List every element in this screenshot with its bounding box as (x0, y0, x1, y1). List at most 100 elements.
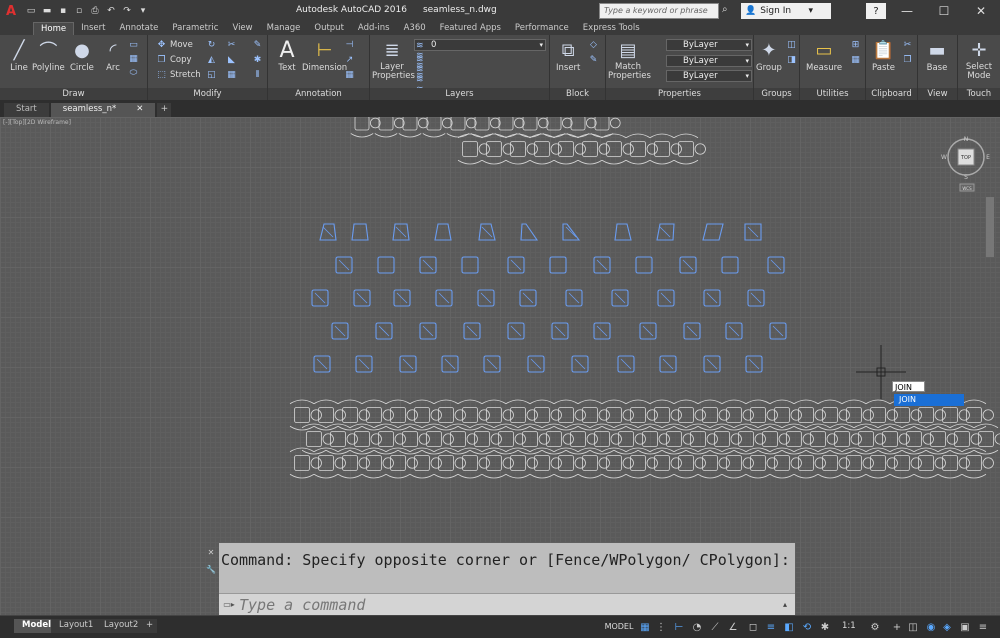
tile-diagonal[interactable] (574, 358, 586, 370)
tab-annotate[interactable]: Annotate (113, 22, 166, 35)
selected-tile[interactable] (520, 223, 539, 241)
lineweight-dropdown[interactable]: ByLayer ▾ (666, 70, 752, 82)
add-layout-button[interactable]: + (142, 619, 158, 633)
selected-tile[interactable] (549, 256, 567, 274)
chair-table-block[interactable] (481, 133, 514, 165)
view-panel-title[interactable]: View (918, 88, 957, 100)
hatch-icon[interactable]: ▦ (128, 53, 139, 64)
group-button[interactable]: ✦ Group (756, 37, 782, 74)
table-icon[interactable]: ▦ (344, 69, 355, 80)
tab-start[interactable]: Start (4, 103, 49, 117)
tile-diagonal[interactable] (466, 325, 478, 337)
paste-button[interactable]: 📋 Paste (872, 37, 895, 74)
new-tab-button[interactable]: + (157, 103, 172, 117)
tile-diagonal[interactable] (486, 358, 498, 370)
layer-state-icon[interactable]: ≋ ≋ ≋ ≋ (416, 55, 427, 95)
layer-properties-button[interactable]: ≣ Layer Properties (372, 37, 415, 81)
tile-diagonal[interactable] (614, 292, 626, 304)
offset-icon[interactable]: ⫴ (252, 69, 263, 80)
tile-diagonal[interactable] (480, 292, 492, 304)
array-icon[interactable]: ▦ (226, 69, 237, 80)
quick-select-icon[interactable]: ⊞ (850, 39, 861, 50)
isodraft-icon[interactable]: ⟋ (708, 620, 722, 634)
undo-icon[interactable]: ↶ (104, 4, 118, 18)
tile-diagonal[interactable] (706, 292, 718, 304)
utilities-panel-title[interactable]: Utilities (800, 88, 865, 100)
customize-icon[interactable]: 🔧 (206, 565, 216, 574)
units-icon[interactable]: ◫ (906, 620, 920, 634)
ortho-icon[interactable]: ⊢ (672, 620, 686, 634)
tile-diagonal[interactable] (530, 358, 542, 370)
maximize-icon[interactable]: ☐ (925, 0, 963, 22)
drawing-geometry[interactable] (0, 117, 1000, 615)
recent-commands-icon[interactable]: ▴ (783, 600, 795, 609)
tile-diagonal[interactable] (422, 259, 434, 271)
tile-diagonal[interactable] (522, 292, 534, 304)
rotate-icon[interactable]: ↻ (206, 39, 217, 50)
save-as-icon[interactable]: ▫ (72, 4, 86, 18)
object-snap-tracking-icon[interactable]: ∠ (726, 620, 740, 634)
tile-diagonal[interactable] (596, 259, 608, 271)
tile-diagonal[interactable] (422, 325, 434, 337)
modify-panel-title[interactable]: Modify (148, 88, 267, 100)
tile-diagonal[interactable] (314, 292, 326, 304)
autocomplete-suggestion[interactable]: JOIN (894, 394, 964, 406)
copy-button[interactable]: ❐ Copy (156, 54, 191, 65)
annotation-monitor-icon[interactable]: + (890, 620, 904, 634)
select-mode-button[interactable]: ✛ Select Mode (960, 37, 998, 81)
tab-view[interactable]: View (225, 22, 259, 35)
selected-tile[interactable] (461, 256, 479, 274)
tile-diagonal[interactable] (686, 325, 698, 337)
sign-in-button[interactable]: 👤 Sign In ▾ (741, 3, 831, 19)
group-edit-icon[interactable]: ◨ (786, 54, 797, 65)
draw-panel-title[interactable]: Draw (0, 88, 147, 100)
snap-icon[interactable]: ⋮ (654, 620, 668, 634)
fillet-icon[interactable]: ◣ (226, 54, 237, 65)
tile-diagonal[interactable] (444, 358, 456, 370)
edit-block-icon[interactable]: ✎ (588, 54, 599, 65)
tab-close-icon[interactable]: ✕ (136, 103, 143, 117)
application-menu-button[interactable]: A (0, 0, 22, 22)
workspace-gear-icon[interactable]: ⚙ (868, 620, 882, 634)
layers-panel-title[interactable]: Layers (370, 88, 549, 100)
close-icon[interactable]: ✕ (962, 0, 1000, 22)
minimize-icon[interactable]: — (888, 0, 926, 22)
chair-table-block[interactable] (529, 133, 562, 165)
model-space-toggle[interactable]: MODEL (603, 619, 635, 634)
selected-tile[interactable] (702, 223, 724, 241)
chair-table-block[interactable] (625, 133, 658, 165)
viewcube[interactable]: TOP N S W E WCS (940, 135, 992, 195)
tab-parametric[interactable]: Parametric (165, 22, 225, 35)
grid-icon[interactable]: ▦ (638, 620, 652, 634)
explode-icon[interactable]: ✱ (252, 54, 263, 65)
selection-cycling-icon[interactable]: ⟲ (800, 620, 814, 634)
tile-diagonal[interactable] (748, 358, 760, 370)
redo-icon[interactable]: ↷ (120, 4, 134, 18)
selected-tile[interactable] (377, 256, 395, 274)
tab-featured-apps[interactable]: Featured Apps (433, 22, 508, 35)
tab-layout1[interactable]: Layout1 (51, 619, 102, 633)
tile-diagonal[interactable] (620, 358, 632, 370)
annotation-panel-title[interactable]: Annotation (268, 88, 369, 100)
help-icon[interactable]: ? (866, 3, 886, 19)
selected-tile[interactable] (614, 223, 632, 241)
command-prompt-icon[interactable]: ▭▸ (219, 600, 239, 609)
tile-diagonal[interactable] (662, 358, 674, 370)
selected-tile[interactable] (721, 256, 739, 274)
tab-manage[interactable]: Manage (260, 22, 308, 35)
rectangle-icon[interactable]: ▭ (128, 39, 139, 50)
tile-diagonal[interactable] (378, 325, 390, 337)
tile-diagonal[interactable] (338, 259, 350, 271)
arc-button[interactable]: ◜ Arc (102, 37, 124, 74)
clipboard-panel-title[interactable]: Clipboard (866, 88, 917, 100)
line-button[interactable]: ╱ Line (8, 37, 30, 74)
quick-properties-icon[interactable]: ◉ (924, 620, 938, 634)
stretch-button[interactable]: ⬚ Stretch (156, 69, 200, 80)
insert-button[interactable]: ⧉ Insert (556, 37, 580, 74)
chair-table-block[interactable] (457, 133, 490, 165)
qat-dropdown-icon[interactable]: ▾ (136, 4, 150, 18)
tile-diagonal[interactable] (510, 259, 522, 271)
clean-screen-icon[interactable]: ▣ (958, 620, 972, 634)
color-dropdown[interactable]: ByLayer ▾ (666, 39, 752, 51)
layer-dropdown[interactable]: 0 ▾ (414, 39, 546, 51)
